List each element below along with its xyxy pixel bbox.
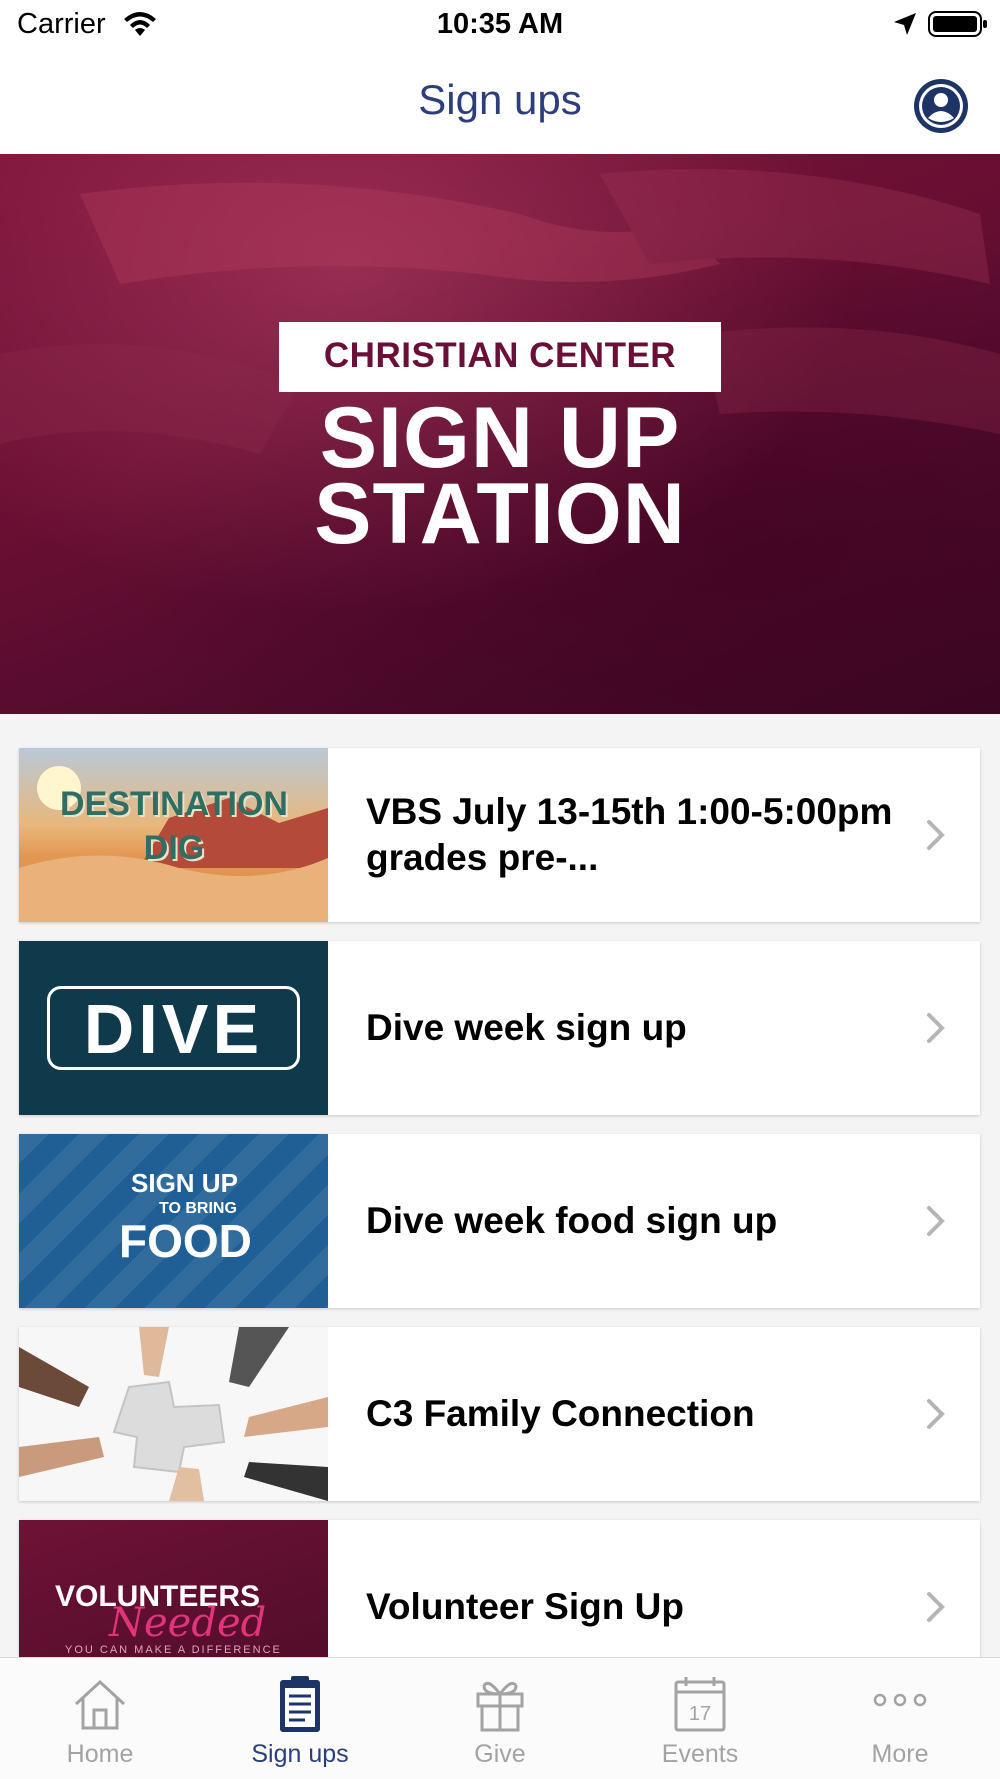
- calendar-day-label: 17: [689, 1703, 711, 1725]
- tab-bar: Home Sign ups Give 17 Events More: [0, 1657, 1000, 1779]
- signup-item-vbs[interactable]: DESTINATION DIG VBS July 13-15th 1:00-5:…: [19, 748, 980, 922]
- clock: 10:35 AM: [436, 8, 564, 40]
- hero-banner: CHRISTIAN CENTER SIGN UP STATION: [0, 154, 1000, 714]
- thumb-food-line1: SIGN UP: [131, 1168, 238, 1198]
- org-name-box: CHRISTIAN CENTER: [279, 322, 721, 392]
- tab-label: More: [871, 1740, 929, 1768]
- tab-events[interactable]: 17 Events: [600, 1658, 800, 1779]
- org-name: CHRISTIAN CENTER: [323, 336, 677, 375]
- page-title: Sign ups: [418, 76, 582, 123]
- thumb-volunteers-line3: YOU CAN MAKE A DIFFERENCE: [65, 1644, 282, 1656]
- chevron-right-icon: [927, 820, 945, 850]
- signup-item-c3-family[interactable]: C3 Family Connection: [19, 1327, 980, 1501]
- navigation-bar: Sign ups: [0, 52, 1000, 154]
- home-icon: [74, 1679, 126, 1730]
- signup-thumbnail: [19, 1327, 328, 1501]
- location-arrow-icon: [894, 13, 916, 35]
- hero-title-line1: SIGN UP: [319, 390, 681, 486]
- thumb-dive-label: DIVE: [83, 990, 264, 1068]
- tab-more[interactable]: More: [800, 1658, 1000, 1779]
- signup-title: C3 Family Connection: [366, 1393, 755, 1434]
- signup-title: Dive week sign up: [366, 1007, 687, 1048]
- thumb-volunteers-line2: Needed: [109, 1600, 267, 1646]
- chevron-right-icon: [927, 1206, 945, 1236]
- signup-title: VBS July 13-15th 1:00-5:00pm grades pre-…: [366, 791, 893, 878]
- signup-thumbnail: DESTINATION DIG: [19, 748, 328, 922]
- puzzle-hands-image: [19, 1327, 328, 1501]
- calendar-icon: 17: [674, 1677, 726, 1732]
- signup-thumbnail: SIGN UP TO BRING FOOD: [19, 1134, 328, 1308]
- chevron-right-icon: [927, 1013, 945, 1043]
- chevron-right-icon: [927, 1399, 945, 1429]
- status-bar: Carrier 10:35 AM: [0, 0, 1000, 52]
- tab-give[interactable]: Give: [400, 1658, 600, 1779]
- hero-title-line2: STATION: [314, 466, 686, 562]
- profile-icon[interactable]: [913, 78, 969, 134]
- thumb-vbs-label: DESTINATION DIG: [60, 785, 288, 867]
- chevron-right-icon: [927, 1592, 945, 1622]
- signup-item-dive-week-food[interactable]: SIGN UP TO BRING FOOD Dive week food sig…: [19, 1134, 980, 1308]
- signup-thumbnail: DIVE: [19, 941, 328, 1115]
- tab-home[interactable]: Home: [0, 1658, 200, 1779]
- hero-title: SIGN UP STATION: [270, 390, 730, 562]
- tab-label: Events: [661, 1740, 739, 1768]
- tab-sign-ups[interactable]: Sign ups: [200, 1658, 400, 1779]
- signup-title: Dive week food sign up: [366, 1200, 778, 1241]
- battery-icon: [928, 11, 987, 37]
- thumb-food-line3: FOOD: [119, 1215, 252, 1267]
- signup-item-dive-week[interactable]: DIVE Dive week sign up: [19, 941, 980, 1115]
- more-dots-icon: [873, 1693, 927, 1707]
- tab-label: Give: [474, 1740, 526, 1768]
- tab-label: Home: [66, 1740, 134, 1768]
- clipboard-icon: [280, 1676, 320, 1732]
- gift-icon: [476, 1681, 524, 1732]
- tab-label: Sign ups: [251, 1740, 349, 1768]
